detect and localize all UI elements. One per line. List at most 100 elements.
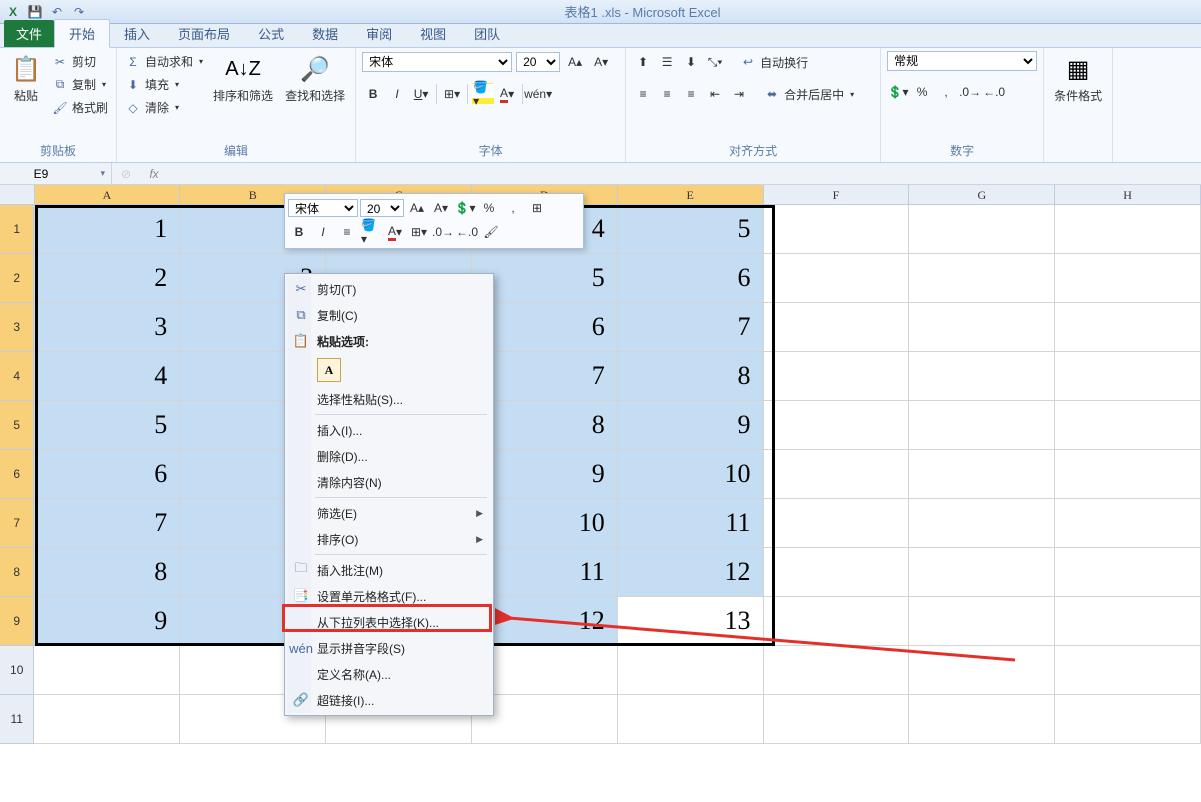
increase-decimal-icon[interactable]: .0→ <box>959 81 981 103</box>
cell[interactable]: 9 <box>618 401 764 450</box>
tab-formula[interactable]: 公式 <box>244 20 298 47</box>
mini-font-color-icon[interactable]: A▾ <box>384 221 406 243</box>
mini-cells-icon[interactable]: ⊞ <box>526 197 548 219</box>
underline-button[interactable]: U▾ <box>410 83 432 105</box>
mini-size-combo[interactable]: 20 <box>360 199 404 217</box>
cell[interactable] <box>764 303 910 352</box>
ctx-clear[interactable]: 清除内容(N) <box>287 469 491 495</box>
cell[interactable]: 9 <box>34 597 180 646</box>
mini-border-icon[interactable]: ⊞▾ <box>408 221 430 243</box>
tab-review[interactable]: 审阅 <box>352 20 406 47</box>
mini-currency-icon[interactable]: 💲▾ <box>454 197 476 219</box>
tab-layout[interactable]: 页面布局 <box>164 20 244 47</box>
cell[interactable]: 8 <box>34 548 180 597</box>
col-header-G[interactable]: G <box>909 185 1055 205</box>
ctx-cut[interactable]: ✂剪切(T) <box>287 276 491 302</box>
ctx-insert[interactable]: 插入(I)... <box>287 417 491 443</box>
fill-color-button[interactable]: 🪣▾ <box>472 83 494 105</box>
cell[interactable]: 5 <box>34 401 180 450</box>
merge-center-button[interactable]: ⬌合并后居中▾ <box>764 86 854 103</box>
cell[interactable] <box>618 695 764 744</box>
align-middle-icon[interactable]: ☰ <box>656 51 678 73</box>
redo-icon[interactable]: ↷ <box>70 3 88 21</box>
cell[interactable] <box>1055 401 1201 450</box>
cell[interactable]: 6 <box>34 450 180 499</box>
ctx-define-name[interactable]: 定义名称(A)... <box>287 661 491 687</box>
clear-button[interactable]: ◇清除▾ <box>125 99 203 116</box>
cell[interactable]: 10 <box>618 450 764 499</box>
tab-team[interactable]: 团队 <box>460 20 514 47</box>
cell[interactable] <box>909 401 1055 450</box>
shrink-font-icon[interactable]: A▾ <box>590 51 612 73</box>
italic-button[interactable]: I <box>386 83 408 105</box>
row-header[interactable]: 4 <box>0 352 34 401</box>
cut-button[interactable]: ✂剪切 <box>52 53 108 70</box>
name-box-input[interactable] <box>6 167 76 181</box>
undo-icon[interactable]: ↶ <box>48 3 66 21</box>
align-right-icon[interactable]: ≡ <box>680 83 702 105</box>
ctx-paste-special[interactable]: 选择性粘贴(S)... <box>287 386 491 412</box>
ctx-insert-comment[interactable]: 🗀插入批注(M) <box>287 557 491 583</box>
cell[interactable] <box>1055 646 1201 695</box>
mini-format-painter-icon[interactable]: 🖌 <box>480 221 502 243</box>
sort-filter-button[interactable]: A↓Z 排序和筛选 <box>209 51 277 106</box>
cell[interactable] <box>1055 695 1201 744</box>
cell[interactable] <box>1055 205 1201 254</box>
indent-decrease-icon[interactable]: ⇤ <box>704 83 726 105</box>
ctx-copy[interactable]: ⧉复制(C) <box>287 302 491 328</box>
cell[interactable] <box>909 646 1055 695</box>
col-header-F[interactable]: F <box>764 185 910 205</box>
mini-shrink-font-icon[interactable]: A▾ <box>430 197 452 219</box>
row-header[interactable]: 5 <box>0 401 34 450</box>
cell[interactable] <box>909 499 1055 548</box>
cell[interactable] <box>764 401 910 450</box>
cell[interactable] <box>1055 352 1201 401</box>
row-header[interactable]: 10 <box>0 646 34 695</box>
align-bottom-icon[interactable]: ⬇ <box>680 51 702 73</box>
cancel-formula-icon[interactable]: ⊘ <box>112 167 140 181</box>
row-header[interactable]: 7 <box>0 499 34 548</box>
cell[interactable] <box>909 548 1055 597</box>
fill-button[interactable]: ⬇填充▾ <box>125 76 203 93</box>
row-header[interactable]: 1 <box>0 205 34 254</box>
cell[interactable]: 1 <box>34 205 180 254</box>
currency-icon[interactable]: 💲▾ <box>887 81 909 103</box>
mini-comma-icon[interactable]: , <box>502 197 524 219</box>
cell[interactable] <box>909 597 1055 646</box>
tab-file[interactable]: 文件 <box>4 20 54 47</box>
mini-italic-icon[interactable]: I <box>312 221 334 243</box>
bold-button[interactable]: B <box>362 83 384 105</box>
ctx-format-cells[interactable]: 📑设置单元格格式(F)... <box>287 583 491 609</box>
cell[interactable] <box>764 646 910 695</box>
mini-grow-font-icon[interactable]: A▴ <box>406 197 428 219</box>
cell[interactable] <box>1055 303 1201 352</box>
ctx-show-pinyin[interactable]: wén显示拼音字段(S) <box>287 635 491 661</box>
cell[interactable] <box>909 205 1055 254</box>
cell[interactable] <box>1055 254 1201 303</box>
wrap-text-button[interactable]: ↩自动换行 <box>740 54 808 71</box>
cell[interactable]: 13 <box>618 597 764 646</box>
cell[interactable] <box>1055 548 1201 597</box>
cell[interactable] <box>34 646 180 695</box>
align-center-icon[interactable]: ≡ <box>656 83 678 105</box>
tab-data[interactable]: 数据 <box>298 20 352 47</box>
row-header[interactable]: 11 <box>0 695 34 744</box>
cell[interactable]: 7 <box>618 303 764 352</box>
format-painter-button[interactable]: 🖌格式刷 <box>52 99 108 116</box>
cell[interactable]: 2 <box>34 254 180 303</box>
fx-icon[interactable]: fx <box>140 167 168 181</box>
tab-view[interactable]: 视图 <box>406 20 460 47</box>
font-color-button[interactable]: A▾ <box>496 83 518 105</box>
autosum-button[interactable]: Σ自动求和▾ <box>125 53 203 70</box>
comma-icon[interactable]: , <box>935 81 957 103</box>
border-button[interactable]: ⊞▾ <box>441 83 463 105</box>
cell[interactable] <box>618 646 764 695</box>
ctx-pick-from-dropdown[interactable]: 从下拉列表中选择(K)... <box>287 609 491 635</box>
number-format-combo[interactable]: 常规 <box>887 51 1037 71</box>
conditional-format-button[interactable]: ▦ 条件格式 <box>1050 51 1106 106</box>
cell[interactable] <box>764 548 910 597</box>
indent-increase-icon[interactable]: ⇥ <box>728 83 750 105</box>
col-header-H[interactable]: H <box>1055 185 1201 205</box>
cell[interactable] <box>909 303 1055 352</box>
cell[interactable] <box>764 499 910 548</box>
